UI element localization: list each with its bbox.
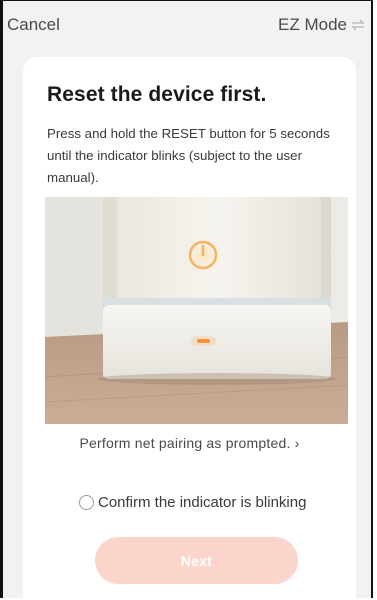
instruction-text: Press and hold the RESET button for 5 se… (47, 126, 330, 185)
ez-mode-switch[interactable]: EZ Mode (278, 15, 365, 35)
page-title: Reset the device first. (47, 83, 267, 106)
cancel-button[interactable]: Cancel (7, 15, 60, 35)
confirm-label: Confirm the indicator is blinking (98, 494, 307, 511)
device-photo-icon (45, 197, 348, 424)
net-pairing-link[interactable]: Perform net pairing as prompted. › (23, 435, 356, 451)
reset-instructions-card: Reset the device first. Press and hold t… (23, 57, 356, 598)
swap-icon (351, 19, 365, 31)
top-bar: Cancel EZ Mode (3, 1, 371, 47)
radio-unchecked-icon[interactable] (79, 495, 94, 510)
ez-mode-label: EZ Mode (278, 15, 347, 34)
confirm-indicator-option[interactable]: Confirm the indicator is blinking (79, 494, 306, 511)
device-illustration (45, 197, 348, 424)
app-screen: Cancel EZ Mode Reset the device first. P… (0, 0, 373, 598)
next-button[interactable]: Next (95, 537, 298, 584)
